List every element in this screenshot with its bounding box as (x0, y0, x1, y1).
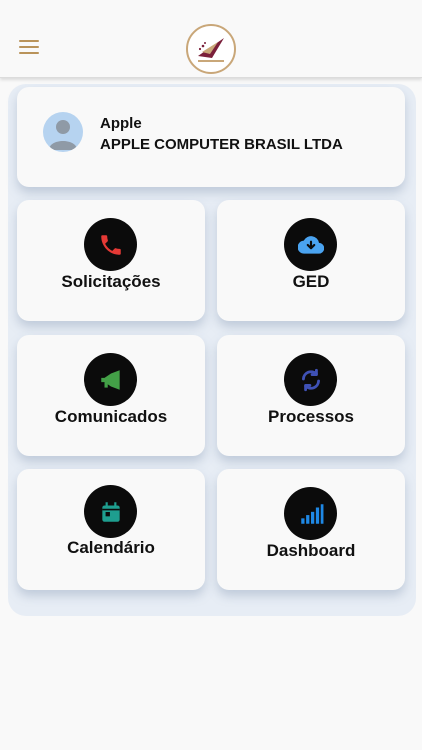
user-avatar-icon (43, 112, 83, 152)
company-logo (186, 24, 236, 74)
hamburger-menu-icon[interactable] (19, 40, 39, 56)
tile-label-comunicados: Comunicados (54, 407, 168, 426)
cloud-download-icon (284, 218, 337, 271)
tile-label-dashboard: Dashboard (266, 541, 356, 560)
megaphone-icon (84, 353, 137, 406)
tile-calendario[interactable]: Calendário (17, 469, 205, 590)
tile-processos[interactable]: Processos (217, 335, 405, 456)
app-header (0, 0, 422, 78)
profile-company: APPLE COMPUTER BRASIL LTDA (100, 136, 343, 153)
tile-label-calendario: Calendário (67, 538, 155, 557)
sync-icon (284, 353, 337, 406)
signal-bars-icon (284, 487, 337, 540)
profile-card[interactable]: Apple APPLE COMPUTER BRASIL LTDA (17, 87, 405, 187)
calendar-icon (84, 485, 137, 538)
tile-ged[interactable]: GED (217, 200, 405, 321)
tile-label-solicitacoes: Solicitações (61, 272, 161, 291)
tile-solicitacoes[interactable]: Solicitações (17, 200, 205, 321)
tile-comunicados[interactable]: Comunicados (17, 335, 205, 456)
tile-dashboard[interactable]: Dashboard (217, 469, 405, 590)
profile-name: Apple (100, 115, 142, 132)
tile-label-ged: GED (292, 272, 330, 291)
tile-label-processos: Processos (268, 407, 354, 426)
phone-icon (84, 218, 137, 271)
